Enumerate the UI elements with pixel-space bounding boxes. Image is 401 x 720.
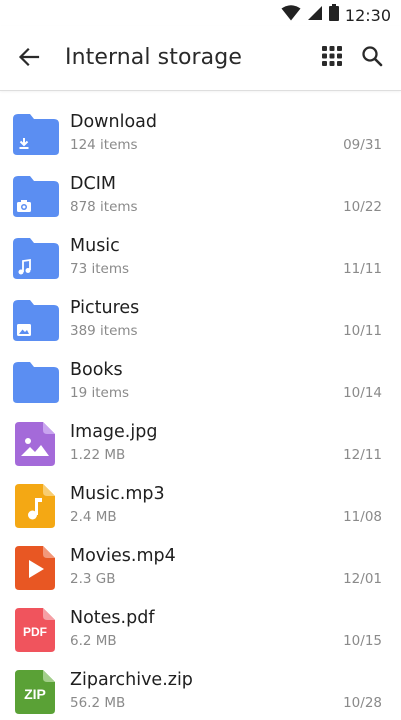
app-bar: Internal storage <box>0 26 401 91</box>
file-name: Notes.pdf <box>70 608 155 628</box>
file-date: 10/11 <box>343 323 382 339</box>
list-item[interactable]: Music 73 items 11/11 <box>0 224 401 286</box>
page-title: Internal storage <box>65 45 242 70</box>
list-item[interactable]: ZIP Ziparchive.zip 56.2 MB 10/28 <box>0 658 401 720</box>
list-item[interactable]: Books 19 items 10/14 <box>0 348 401 410</box>
file-meta: 878 items <box>70 199 138 215</box>
battery-icon <box>328 4 339 26</box>
search-icon <box>361 45 383 72</box>
file-meta: 73 items <box>70 261 130 277</box>
file-name: Music <box>70 236 120 256</box>
grid-view-button[interactable] <box>318 44 346 72</box>
camera-folder-icon <box>12 171 60 219</box>
file-meta: 124 items <box>70 137 138 153</box>
pdf-badge: PDF <box>23 625 47 639</box>
audio-file-icon <box>12 481 60 529</box>
file-date: 12/01 <box>343 571 382 587</box>
list-item[interactable]: Download 124 items 09/31 <box>0 100 401 162</box>
image-file-icon <box>12 419 60 467</box>
file-meta: 389 items <box>70 323 138 339</box>
file-date: 09/31 <box>343 137 382 153</box>
file-date: 12/11 <box>343 447 382 463</box>
arrow-back-icon <box>18 46 40 73</box>
file-date: 11/11 <box>343 261 382 277</box>
wifi-icon <box>281 4 301 26</box>
zip-file-icon: ZIP <box>12 667 60 715</box>
file-name: Ziparchive.zip <box>70 670 193 690</box>
list-item[interactable]: Image.jpg 1.22 MB 12/11 <box>0 410 401 472</box>
status-time: 12:30 <box>344 5 391 25</box>
file-meta: 56.2 MB <box>70 695 126 711</box>
back-button[interactable] <box>14 44 44 74</box>
file-name: Download <box>70 112 157 132</box>
list-item[interactable]: DCIM 878 items 10/22 <box>0 162 401 224</box>
music-folder-icon <box>12 233 60 281</box>
file-name: Movies.mp4 <box>70 546 176 566</box>
file-name: DCIM <box>70 174 116 194</box>
list-item[interactable]: Movies.mp4 2.3 GB 12/01 <box>0 534 401 596</box>
grid-icon <box>321 45 343 72</box>
file-date: 10/14 <box>343 385 382 401</box>
video-file-icon <box>12 543 60 591</box>
file-meta: 1.22 MB <box>70 447 126 463</box>
zip-badge: ZIP <box>24 686 46 702</box>
file-name: Pictures <box>70 298 140 318</box>
status-bar: 12:30 <box>0 0 401 26</box>
folder-icon <box>12 357 60 405</box>
cellular-signal-icon <box>307 5 323 26</box>
list-item[interactable]: Music.mp3 2.4 MB 11/08 <box>0 472 401 534</box>
file-name: Books <box>70 360 123 380</box>
file-date: 10/15 <box>343 633 382 649</box>
file-meta: 19 items <box>70 385 130 401</box>
file-date: 10/28 <box>343 695 382 711</box>
file-name: Music.mp3 <box>70 484 165 504</box>
list-item[interactable]: Pictures 389 items 10/11 <box>0 286 401 348</box>
download-folder-icon <box>12 109 60 157</box>
file-meta: 2.4 MB <box>70 509 117 525</box>
file-meta: 2.3 GB <box>70 571 116 587</box>
pdf-file-icon: PDF <box>12 605 60 653</box>
list-item[interactable]: PDF Notes.pdf 6.2 MB 10/15 <box>0 596 401 658</box>
file-name: Image.jpg <box>70 422 158 442</box>
file-date: 11/08 <box>343 509 382 525</box>
file-date: 10/22 <box>343 199 382 215</box>
pictures-folder-icon <box>12 295 60 343</box>
search-button[interactable] <box>358 44 386 72</box>
file-meta: 6.2 MB <box>70 633 117 649</box>
